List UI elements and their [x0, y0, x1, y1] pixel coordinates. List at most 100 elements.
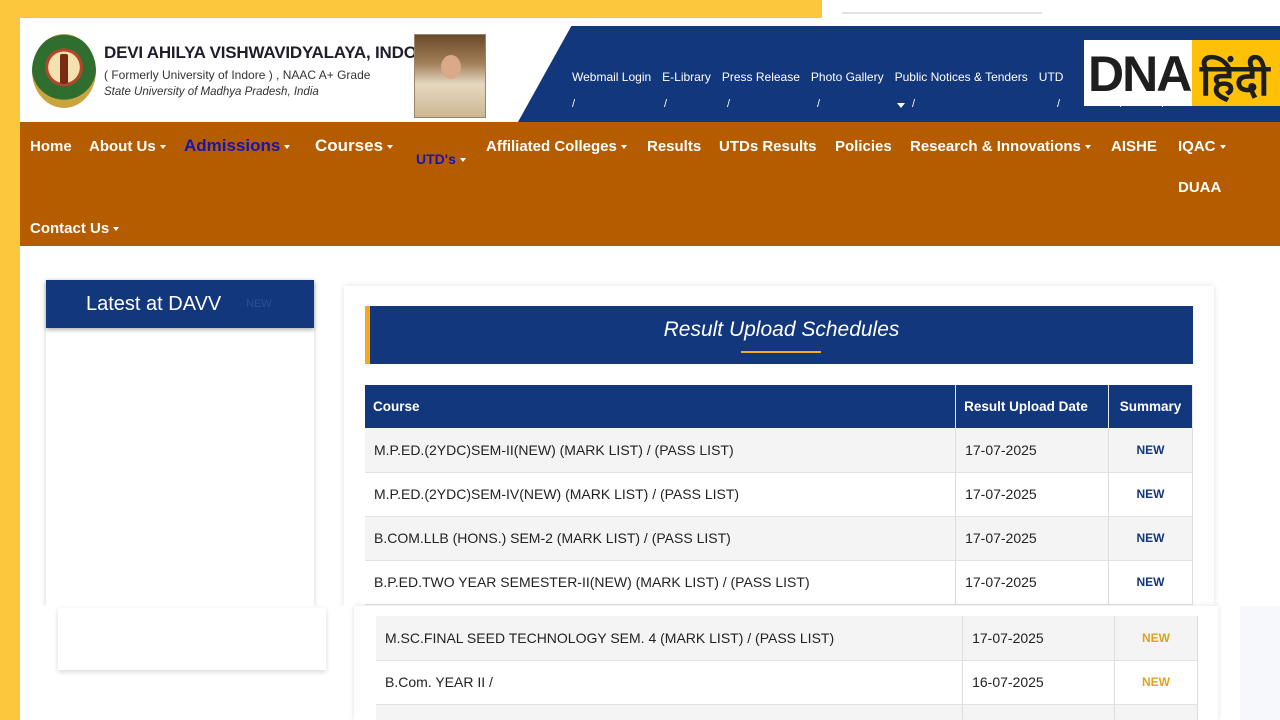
new-badge: NEW: [1108, 560, 1193, 605]
course-cell[interactable]: M.P.ED.(2YDC)SEM-II(NEW) (MARK LIST) / (…: [365, 428, 957, 473]
nav-duaa[interactable]: DUAA: [1178, 179, 1221, 196]
nav-home-label: Home: [30, 138, 72, 155]
website-page: DEVI AHILYA VISHWAVIDYALAYA, INDORE ( Fo…: [20, 18, 1280, 720]
top-link-elibrary[interactable]: E-Library: [662, 70, 711, 84]
nav-aishe[interactable]: AISHE: [1111, 138, 1157, 155]
chevron-down-icon: [1084, 145, 1091, 150]
table-row: B.COM.LLB (HONS.) SEM-2 (MARK LIST) / (P…: [365, 516, 1193, 561]
top-link-webmail[interactable]: Webmail Login: [572, 70, 651, 84]
nav-admissions[interactable]: Admissions: [184, 136, 291, 156]
lower-right-edge: [1240, 606, 1280, 720]
header-brand: DEVI AHILYA VISHWAVIDYALAYA, INDORE ( Fo…: [20, 18, 540, 122]
university-state: State University of Madhya Pradesh, Indi…: [104, 86, 319, 98]
date-cell: 17-07-2025: [962, 616, 1116, 661]
chevron-down-icon[interactable]: [897, 103, 905, 108]
nav-iqac-label: IQAC: [1178, 138, 1216, 155]
nav-courses-label: Courses: [315, 136, 384, 155]
nav-research-label: Research & Innovations: [910, 138, 1081, 155]
top-link-photo-gallery[interactable]: Photo Gallery: [811, 70, 884, 84]
nav-utds-results-label: UTDs Results: [719, 138, 817, 155]
course-cell[interactable]: B.COM.LLB (HONS.) SEM-2 (MARK LIST) / (P…: [365, 516, 957, 561]
results-table-continued: M.SC.FINAL SEED TECHNOLOGY SEM. 4 (MARK …: [376, 616, 1198, 720]
main-navigation: Home About Us Admissions Courses UTD's A…: [20, 122, 1280, 246]
nav-duaa-label: DUAA: [1178, 179, 1222, 196]
top-links: Webmail Login E-Library Press Release Ph…: [572, 70, 1063, 84]
result-schedule-title: Result Upload Schedules: [663, 318, 900, 341]
date-cell: [962, 704, 1116, 720]
nav-about-us[interactable]: About Us: [89, 138, 166, 155]
new-badge: NEW: [1114, 660, 1198, 705]
new-badge: NEW: [1108, 428, 1193, 473]
column-header-course: Course: [365, 385, 957, 428]
result-schedule-header: Result Upload Schedules: [365, 306, 1193, 364]
ahilya-portrait-image: [414, 34, 486, 118]
nav-about-label: About Us: [89, 138, 156, 155]
table-row: M.SC.FINAL SEED TECHNOLOGY SEM. 4 (MARK …: [376, 616, 1198, 661]
nav-policies[interactable]: Policies: [835, 138, 892, 155]
nav-utds-label: UTD's: [416, 151, 456, 167]
watermark-hindi-box: हिंदी: [1192, 40, 1280, 106]
nav-results[interactable]: Results: [647, 138, 701, 155]
date-cell: 17-07-2025: [955, 560, 1109, 605]
nav-contact-us[interactable]: Contact Us: [30, 220, 120, 237]
summary-cell: [1114, 704, 1198, 720]
course-cell[interactable]: M.P.ED.(2YDC)SEM-IV(NEW) (MARK LIST) / (…: [365, 472, 957, 517]
course-cell[interactable]: B.Com. YEAR II /: [376, 660, 964, 705]
nav-affiliated-colleges[interactable]: Affiliated Colleges: [486, 138, 627, 155]
watermark-dna-text: DNA: [1088, 46, 1192, 102]
nav-policies-label: Policies: [835, 138, 892, 155]
date-cell: 17-07-2025: [955, 472, 1109, 517]
top-link-utd[interactable]: UTD: [1039, 70, 1064, 84]
nav-courses[interactable]: Courses: [315, 136, 394, 156]
latest-panel-header: Latest at DAVV NEW: [46, 280, 314, 328]
course-cell[interactable]: [376, 704, 964, 720]
nav-results-label: Results: [647, 138, 702, 155]
nav-contact-label: Contact Us: [30, 220, 110, 237]
column-header-summary: Summary: [1108, 385, 1193, 428]
table-row: B.P.ED.TWO YEAR SEMESTER-II(NEW) (MARK L…: [365, 560, 1193, 605]
chevron-down-icon: [159, 145, 166, 150]
nav-iqac[interactable]: IQAC: [1178, 138, 1226, 155]
nav-affiliated-label: Affiliated Colleges: [486, 138, 617, 155]
table-header-row: Course Result Upload Date Summary: [365, 385, 1193, 428]
top-link-separators: /// /// //: [572, 98, 1165, 110]
title-underline: [741, 351, 821, 353]
chevron-down-icon: [387, 144, 394, 149]
table-row: M.P.ED.(2YDC)SEM-II(NEW) (MARK LIST) / (…: [365, 428, 1193, 473]
new-badge: NEW: [1114, 616, 1198, 661]
new-badge: NEW: [246, 298, 272, 310]
top-link-press-release[interactable]: Press Release: [722, 70, 800, 84]
nav-research-innovations[interactable]: Research & Innovations: [910, 138, 1091, 155]
dna-hindi-watermark: DNA हिंदी: [1084, 40, 1280, 106]
chevron-down-icon: [620, 145, 627, 150]
nav-utds-results[interactable]: UTDs Results: [719, 138, 817, 155]
results-table: Course Result Upload Date Summary M.P.ED…: [365, 385, 1193, 605]
university-logo-icon[interactable]: [32, 34, 96, 108]
torch-icon: [60, 54, 68, 84]
nav-admissions-label: Admissions: [184, 136, 281, 155]
latest-panel-lower: [58, 608, 326, 670]
date-cell: 17-07-2025: [955, 428, 1109, 473]
chevron-down-icon: [113, 227, 120, 232]
date-cell: 17-07-2025: [955, 516, 1109, 561]
course-cell[interactable]: B.P.ED.TWO YEAR SEMESTER-II(NEW) (MARK L…: [365, 560, 957, 605]
date-cell: 16-07-2025: [962, 660, 1116, 705]
chevron-down-icon: [284, 144, 291, 149]
nav-aishe-label: AISHE: [1111, 138, 1157, 155]
chevron-down-icon: [1219, 145, 1226, 150]
latest-panel-title: Latest at DAVV: [86, 293, 222, 315]
column-header-date: Result Upload Date: [955, 385, 1109, 428]
nav-utds[interactable]: UTD's: [416, 151, 466, 167]
chevron-down-icon: [459, 158, 466, 163]
divider: [842, 12, 1042, 14]
new-badge: NEW: [1108, 472, 1193, 517]
top-link-public-notices[interactable]: Public Notices & Tenders: [895, 70, 1028, 84]
latest-panel: [46, 280, 314, 606]
university-formerly: ( Formerly University of Indore ) , NAAC…: [104, 68, 371, 82]
course-cell[interactable]: M.SC.FINAL SEED TECHNOLOGY SEM. 4 (MARK …: [376, 616, 964, 661]
portrait-face: [441, 55, 461, 79]
table-row: B.Com. YEAR II / 16-07-2025 NEW: [376, 660, 1198, 705]
nav-home[interactable]: Home: [30, 138, 72, 155]
table-row: [376, 704, 1198, 720]
watermark-hindi-text: हिंदी: [1200, 56, 1270, 105]
